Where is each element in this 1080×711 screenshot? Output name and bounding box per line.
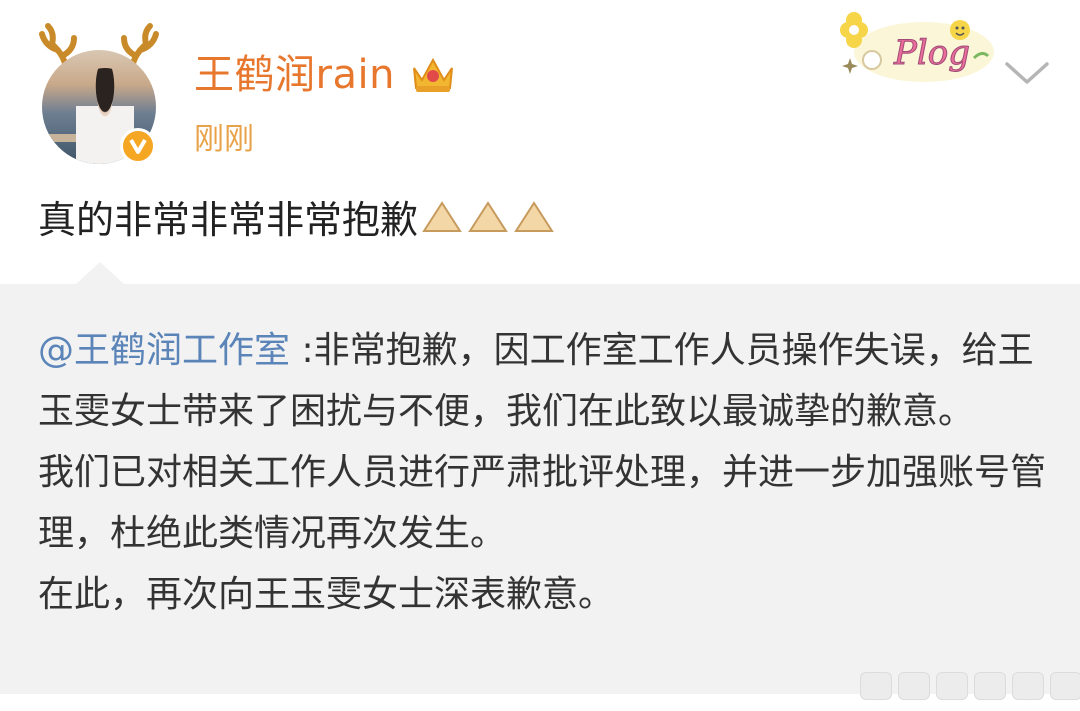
placeholder-thumb xyxy=(1012,672,1044,700)
placeholder-thumb xyxy=(974,672,1006,700)
placeholder-thumb xyxy=(898,672,930,700)
placeholder-thumb xyxy=(860,672,892,700)
mention-separator: : xyxy=(290,330,314,371)
timestamp: 刚刚 xyxy=(194,122,254,157)
mention-link[interactable]: @王鹤润工作室 xyxy=(38,330,290,371)
placeholder-thumb xyxy=(1050,672,1080,700)
image-placeholders xyxy=(860,672,1080,702)
praying-hands-icon xyxy=(420,197,556,248)
verified-badge-icon xyxy=(120,128,156,164)
repost-body: @王鹤润工作室 :非常抱歉，因工作室工作人员操作失误，给王玉雯女士带来了困扰与不… xyxy=(38,320,1048,625)
crown-icon xyxy=(413,57,453,92)
repost-card[interactable]: @王鹤润工作室 :非常抱歉，因工作室工作人员操作失误，给王玉雯女士带来了困扰与不… xyxy=(0,284,1080,694)
avatar[interactable] xyxy=(32,22,164,170)
post-header: 王鹤润rain 刚刚 Plog 真的非常非常非常抱歉 xyxy=(0,0,1080,280)
repost-paragraph-2: 我们已对相关工作人员进行严肃批评处理，并进一步加强账号管理，杜绝此类情况再次发生… xyxy=(38,452,1047,554)
plog-sticker[interactable]: Plog xyxy=(828,8,996,88)
repost-paragraph-1: @王鹤润工作室 :非常抱歉，因工作室工作人员操作失误，给王玉雯女士带来了困扰与不… xyxy=(38,320,1048,442)
placeholder-thumb xyxy=(936,672,968,700)
post-text: 真的非常非常非常抱歉 xyxy=(38,196,556,248)
post-text-content: 真的非常非常非常抱歉 xyxy=(38,198,419,242)
repost-notch xyxy=(76,262,124,284)
chevron-down-icon[interactable] xyxy=(1004,58,1050,88)
username[interactable]: 王鹤润rain xyxy=(194,50,395,100)
repost-paragraph-3: 在此，再次向王玉雯女士深表歉意。 xyxy=(38,574,615,615)
